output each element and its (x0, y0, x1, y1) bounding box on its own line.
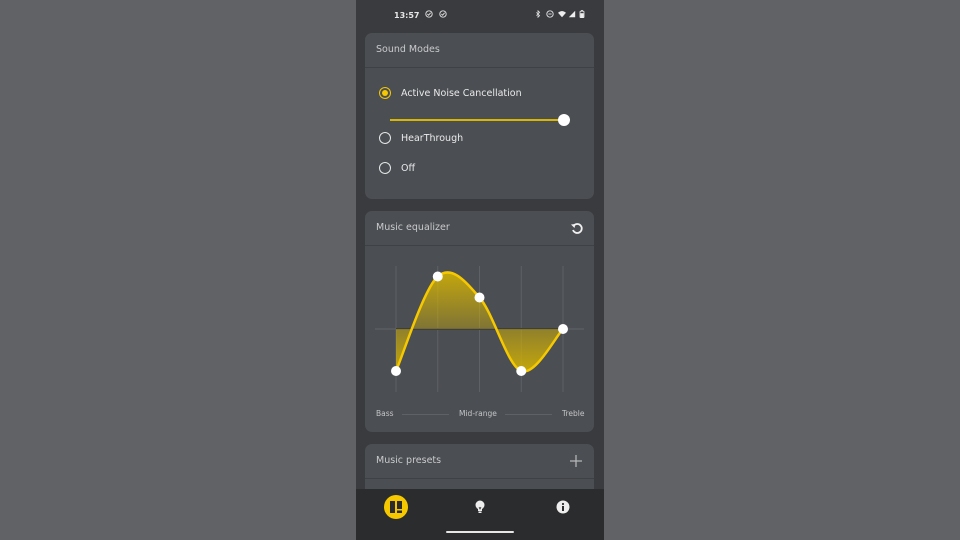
equalizer-chart[interactable] (365, 246, 594, 406)
radio-hearthrough[interactable]: HearThrough (379, 130, 463, 146)
anc-level-slider[interactable] (390, 114, 570, 126)
check-circle-icon (439, 10, 447, 18)
bluetooth-icon (536, 10, 541, 18)
slider-track (390, 119, 566, 121)
home-indicator-area (356, 525, 604, 540)
axis-divider (505, 414, 552, 415)
sound-modes-title: Sound Modes (376, 44, 440, 55)
equalizer-title: Music equalizer (376, 222, 450, 233)
info-icon (556, 500, 570, 514)
axis-label-mid: Mid-range (459, 409, 497, 418)
equalizer-header: Music equalizer (365, 211, 594, 246)
signal-icon (568, 10, 576, 18)
battery-icon (579, 10, 585, 18)
presets-header: Music presets (365, 444, 594, 479)
radio-label: Active Noise Cancellation (401, 87, 522, 99)
slider-thumb[interactable] (558, 114, 570, 126)
phone-screen: 13:57 Sound Modes Active Noise Cancellat… (356, 0, 604, 540)
radio-anc[interactable]: Active Noise Cancellation (379, 85, 522, 101)
axis-label-bass: Bass (376, 409, 394, 418)
radio-label: Off (401, 162, 416, 174)
do-not-disturb-icon (546, 10, 554, 18)
plus-icon[interactable] (570, 455, 582, 467)
radio-button[interactable] (379, 162, 391, 174)
status-time: 13:57 (394, 11, 420, 20)
reset-icon[interactable] (570, 221, 584, 235)
radio-button-selected[interactable] (379, 87, 391, 99)
equalizer-axis: Bass Mid-range Treble (365, 407, 594, 421)
eq-band-handle-4[interactable] (516, 366, 527, 376)
sound-modes-card: Sound Modes Active Noise Cancellation He… (365, 33, 594, 199)
eq-band-handle-3[interactable] (474, 292, 485, 303)
dashboard-icon (390, 501, 402, 513)
nav-tips[interactable] (468, 495, 492, 519)
eq-band-handle-5[interactable] (558, 324, 568, 334)
nav-dashboard[interactable] (384, 495, 408, 519)
status-bar: 13:57 (356, 0, 604, 30)
radio-button[interactable] (379, 132, 391, 144)
bottom-nav (356, 489, 604, 525)
sound-modes-header: Sound Modes (365, 33, 594, 68)
axis-divider (402, 414, 449, 415)
radio-label: HearThrough (401, 132, 464, 144)
wifi-icon (558, 11, 566, 18)
home-indicator[interactable] (446, 531, 514, 533)
eq-band-handle-2[interactable] (432, 271, 443, 282)
equalizer-card: Music equalizer Bass Mid-range Treble (365, 211, 594, 432)
check-circle-icon (425, 10, 433, 18)
axis-label-treble: Treble (562, 409, 585, 418)
eq-band-handle-1[interactable] (391, 366, 401, 376)
lightbulb-icon (475, 500, 485, 513)
presets-title: Music presets (376, 455, 442, 466)
radio-off[interactable]: Off (379, 160, 415, 176)
nav-info[interactable] (551, 495, 575, 519)
